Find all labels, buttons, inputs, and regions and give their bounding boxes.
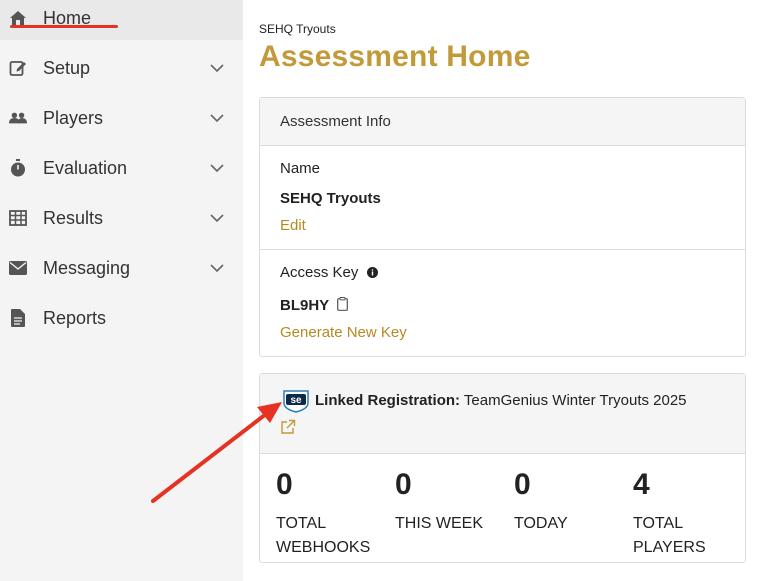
- stat-value: 4: [633, 468, 650, 501]
- table-icon: [9, 209, 27, 227]
- stat-value: 0: [276, 468, 293, 501]
- sidebar-item-label: Reports: [43, 307, 107, 328]
- assessment-info-card: Assessment Info Name SEHQ Tryouts Edit A…: [259, 97, 746, 357]
- page-title: Assessment Home: [259, 40, 531, 73]
- sidebar-item-players[interactable]: Players: [0, 96, 243, 140]
- external-link-icon[interactable]: [280, 419, 296, 435]
- edit-icon: [9, 59, 27, 77]
- stat-total-players: 4 TOTAL PLAYERS: [633, 468, 723, 560]
- sidebar: Home Setup Players Evaluation Results Me…: [0, 0, 243, 581]
- linked-registration-card: se Linked Registration: TeamGenius Winte…: [259, 373, 746, 563]
- edit-link[interactable]: Edit: [280, 217, 306, 234]
- access-key-label-text: Access Key: [280, 264, 359, 281]
- card-title: Assessment Info: [280, 113, 391, 130]
- stopwatch-icon: [9, 159, 27, 177]
- stat-label: TOTAL WEBHOOKS: [276, 515, 371, 556]
- sidebar-item-evaluation[interactable]: Evaluation: [0, 146, 243, 190]
- divider: [260, 249, 745, 250]
- name-label: Name: [280, 160, 321, 177]
- stat-label: THIS WEEK: [395, 515, 484, 532]
- chevron-down-icon[interactable]: [210, 213, 224, 223]
- stat-total-webhooks: 0 TOTAL WEBHOOKS: [276, 468, 376, 560]
- sidebar-item-setup[interactable]: Setup: [0, 46, 243, 90]
- stat-value: 0: [395, 468, 412, 501]
- chevron-down-icon[interactable]: [210, 263, 224, 273]
- generate-new-key-link[interactable]: Generate New Key: [280, 324, 407, 341]
- sidebar-item-label: Players: [43, 107, 104, 128]
- active-indicator: [10, 25, 118, 28]
- sidebar-item-label: Setup: [43, 57, 91, 78]
- card-header: Assessment Info: [260, 98, 745, 146]
- linked-registration-label: Linked Registration:: [315, 392, 461, 409]
- document-icon: [9, 309, 27, 327]
- players-icon: [9, 109, 27, 127]
- clipboard-icon[interactable]: [337, 297, 348, 311]
- stat-this-week: 0 THIS WEEK: [395, 468, 505, 536]
- sidebar-item-label: Messaging: [43, 257, 131, 278]
- sidebar-item-label: Evaluation: [43, 157, 128, 178]
- breadcrumb: SEHQ Tryouts: [259, 22, 336, 36]
- chevron-down-icon[interactable]: [210, 113, 224, 123]
- stat-value: 0: [514, 468, 531, 501]
- sportsengine-logo-icon: se: [283, 390, 309, 413]
- envelope-icon: [9, 259, 27, 277]
- sidebar-item-messaging[interactable]: Messaging: [0, 246, 243, 290]
- sidebar-item-results[interactable]: Results: [0, 196, 243, 240]
- stat-today: 0 TODAY: [514, 468, 624, 536]
- sidebar-item-reports[interactable]: Reports: [0, 296, 243, 340]
- chevron-down-icon[interactable]: [210, 63, 224, 73]
- stat-label: TODAY: [514, 515, 568, 532]
- sidebar-item-home[interactable]: Home: [0, 0, 243, 40]
- access-key-label: Access Key: [280, 264, 378, 281]
- access-key-value: BL9HY: [280, 297, 348, 314]
- name-value: SEHQ Tryouts: [280, 190, 381, 207]
- logo-text: se: [290, 395, 302, 406]
- linked-registration-text: Linked Registration: TeamGenius Winter T…: [315, 392, 687, 409]
- linked-registration-header: se Linked Registration: TeamGenius Winte…: [260, 374, 745, 454]
- chevron-down-icon[interactable]: [210, 163, 224, 173]
- stat-label: TOTAL PLAYERS: [633, 515, 706, 556]
- sidebar-item-label: Results: [43, 207, 104, 228]
- access-key-text: BL9HY: [280, 297, 329, 314]
- linked-registration-value: TeamGenius Winter Tryouts 2025: [463, 392, 687, 409]
- info-icon[interactable]: [366, 267, 378, 278]
